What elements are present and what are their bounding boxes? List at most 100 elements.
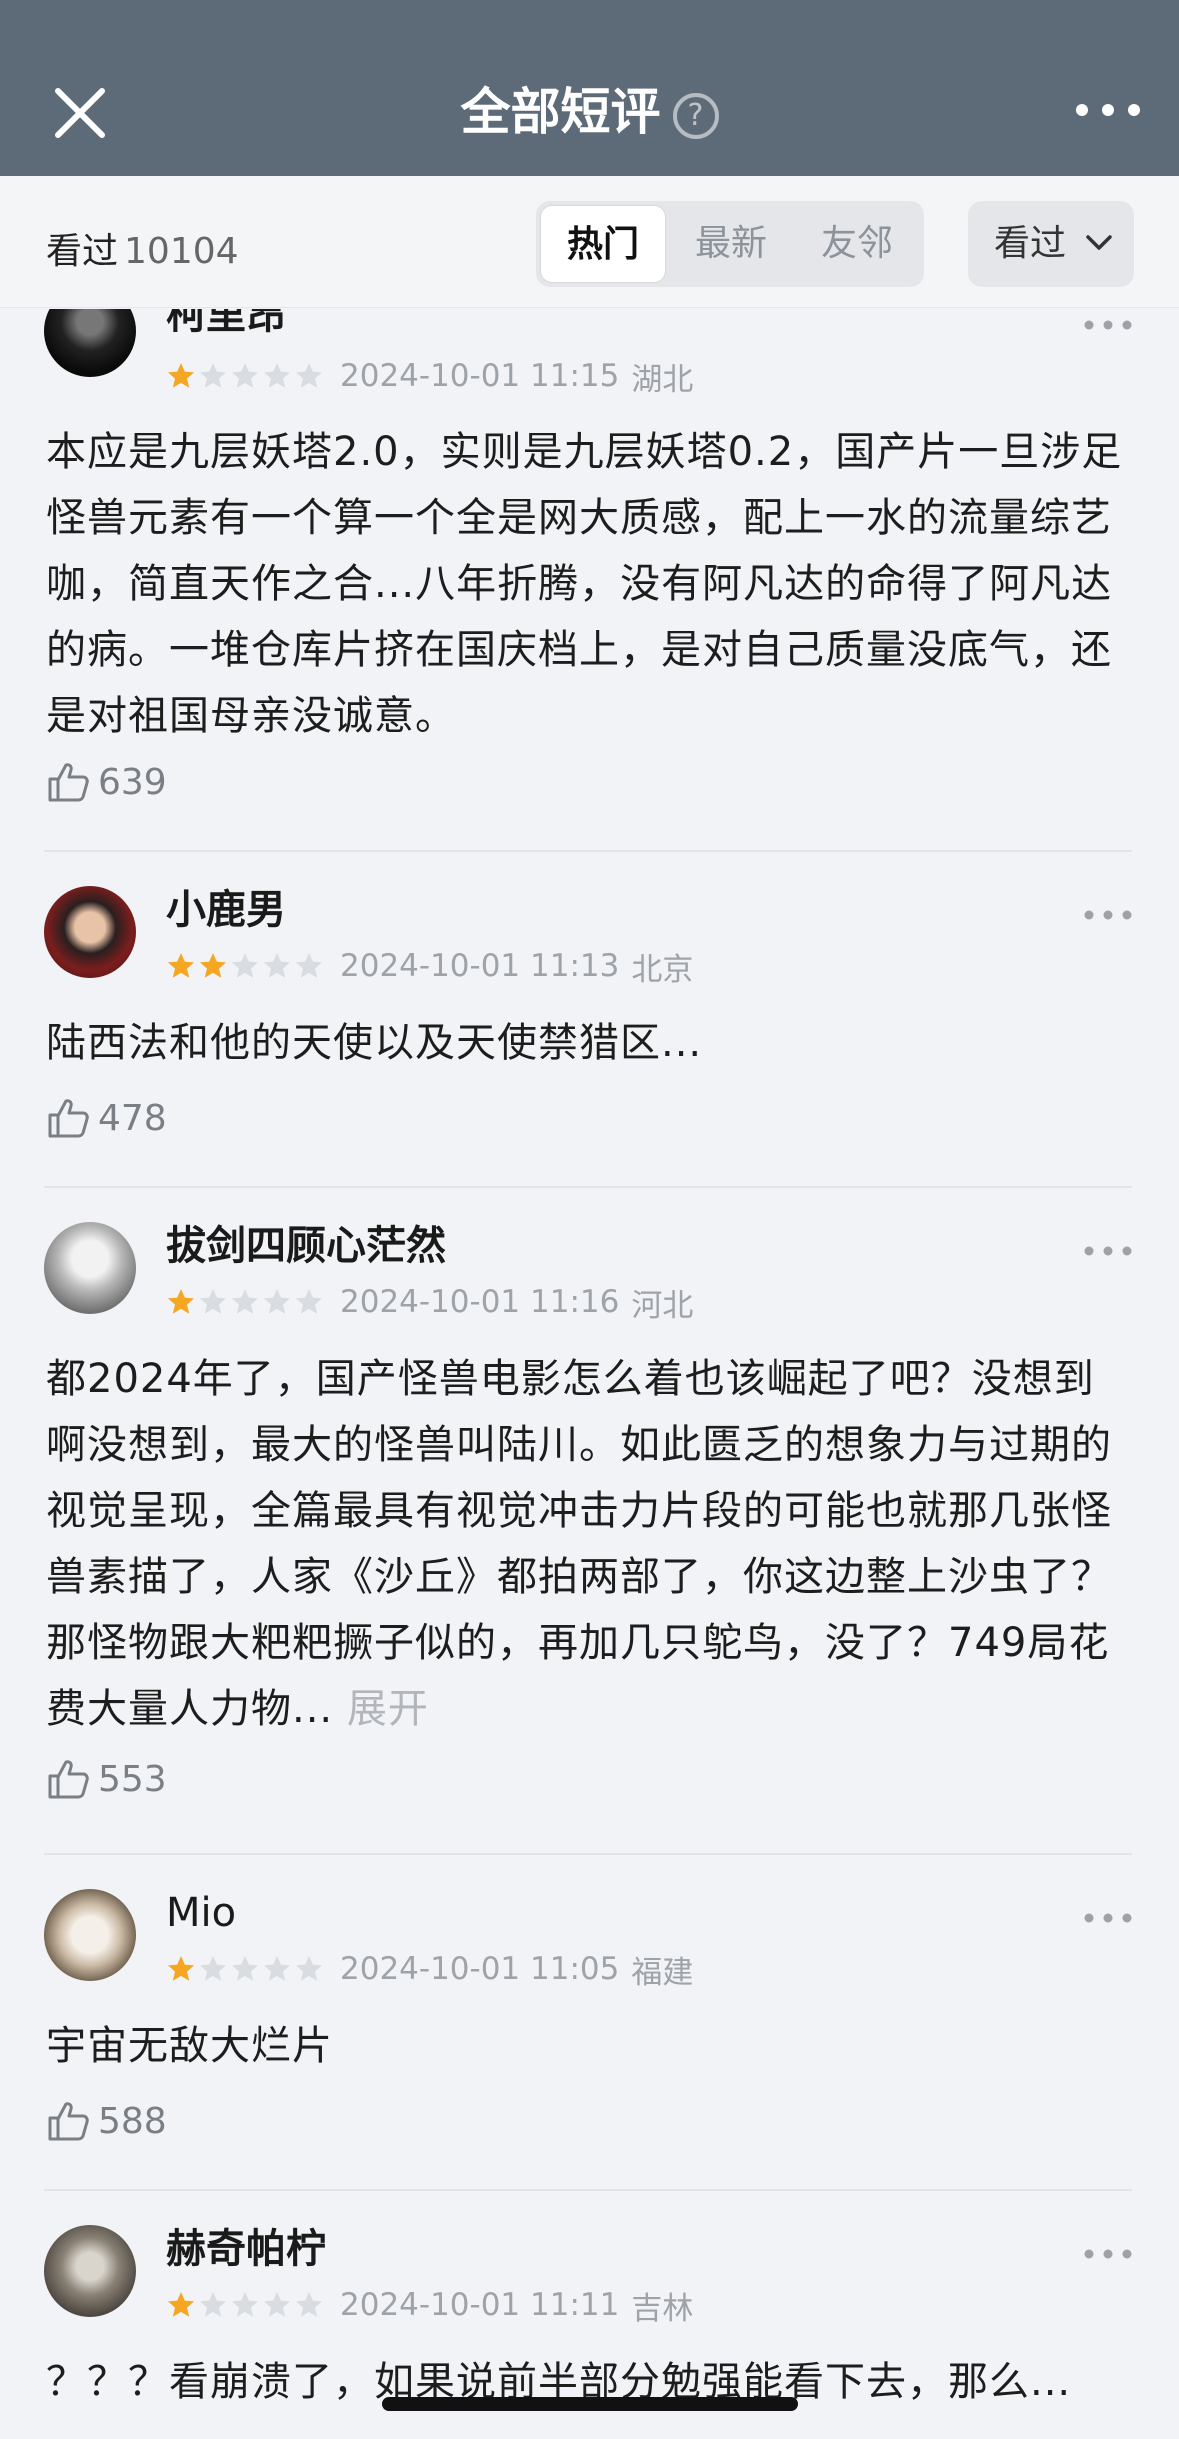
page-title-wrap: 全部短评? — [0, 80, 1179, 144]
star-empty-icon — [264, 953, 290, 978]
like-button[interactable]: 639 — [46, 757, 167, 807]
star-filled-icon — [168, 1289, 194, 1314]
more-options-icon[interactable] — [1083, 1908, 1133, 1928]
like-button[interactable]: 478 — [46, 1093, 167, 1143]
comment-text: 陆西法和他的天使以及天使禁猎区... — [46, 1020, 703, 1066]
like-button[interactable]: 588 — [46, 2096, 167, 2146]
tab-hot[interactable]: 热门 — [540, 205, 666, 283]
seen-count: 10104 — [124, 231, 239, 272]
tab-latest[interactable]: 最新 — [668, 205, 794, 283]
page-title: 全部短评 — [460, 83, 661, 141]
comment-location: 吉林 — [631, 2290, 694, 2327]
star-empty-icon — [296, 363, 322, 388]
star-empty-icon — [200, 2292, 226, 2317]
like-count: 553 — [98, 1758, 167, 1800]
comment-location: 湖北 — [631, 361, 694, 398]
status-dropdown-label: 看过 — [994, 223, 1067, 264]
comment-location: 福建 — [631, 1954, 694, 1991]
star-empty-icon — [296, 1289, 322, 1314]
star-filled-icon — [200, 953, 226, 978]
filter-bar: 看过 10104 热门 最新 友邻 看过 — [0, 176, 1179, 308]
comment-text: 都2024年了，国产怪兽电影怎么着也该崛起了吧？没想到啊没想到，最大的怪兽叫陆川… — [46, 1346, 1132, 1742]
more-icon[interactable] — [1073, 90, 1143, 130]
comment-text-content: 都2024年了，国产怪兽电影怎么着也该崛起了吧？没想到啊没想到，最大的怪兽叫陆川… — [46, 1356, 1112, 1732]
thumbs-up-icon — [48, 1760, 89, 1799]
comment-meta: 2024-10-01 11:13 北京 — [166, 946, 694, 988]
comment-time: 2024-10-01 11:15 — [340, 358, 620, 394]
star-empty-icon — [296, 1956, 322, 1981]
comment-time: 2024-10-01 11:13 — [340, 948, 620, 984]
sort-segment: 热门 最新 友邻 — [536, 201, 924, 287]
more-options-icon[interactable] — [1083, 905, 1133, 925]
help-icon[interactable]: ? — [672, 92, 719, 139]
comment-time: 2024-10-01 11:11 — [340, 2287, 620, 2323]
star-empty-icon — [264, 1289, 290, 1314]
more-options-icon[interactable] — [1083, 2244, 1133, 2264]
rating-stars — [166, 2290, 324, 2320]
star-empty-icon — [296, 953, 322, 978]
more-options-icon[interactable] — [1083, 315, 1133, 335]
avatar[interactable] — [44, 2225, 136, 2317]
expand-link[interactable]: 展开 — [347, 1686, 429, 1732]
star-filled-icon — [168, 363, 194, 388]
comment-text: 本应是九层妖塔2.0，实则是九层妖塔0.2，国产片一旦涉足怪兽元素有一个算一个全… — [46, 429, 1123, 739]
seen-summary: 看过 10104 — [46, 222, 239, 274]
status-dropdown[interactable]: 看过 — [968, 201, 1134, 287]
like-button[interactable]: 553 — [46, 1754, 167, 1804]
star-empty-icon — [264, 2292, 290, 2317]
thumbs-up-icon — [48, 1099, 89, 1138]
comment-time: 2024-10-01 11:05 — [340, 1951, 620, 1987]
star-empty-icon — [200, 363, 226, 388]
tab-friends[interactable]: 友邻 — [794, 205, 920, 283]
star-empty-icon — [264, 1956, 290, 1981]
star-empty-icon — [200, 1956, 226, 1981]
comment-feed: 柯里昂 2024-10-01 11:15 湖北 本应是九层妖塔2.0，实则是九层… — [0, 309, 1179, 2439]
username[interactable]: Mio — [166, 1889, 236, 1937]
username[interactable]: 柯里昂 — [166, 309, 286, 339]
avatar[interactable] — [44, 1222, 136, 1314]
star-empty-icon — [264, 363, 290, 388]
star-filled-icon — [168, 1956, 194, 1981]
star-empty-icon — [232, 363, 258, 388]
comment-time: 2024-10-01 11:16 — [340, 1284, 620, 1320]
comment-meta: 2024-10-01 11:15 湖北 — [166, 356, 694, 398]
like-count: 639 — [98, 761, 167, 803]
divider — [44, 1186, 1132, 1188]
star-empty-icon — [232, 1956, 258, 1981]
star-filled-icon — [168, 953, 194, 978]
more-options-icon[interactable] — [1083, 1241, 1133, 1261]
star-empty-icon — [296, 2292, 322, 2317]
comment-text: 宇宙无敌大烂片 — [46, 2023, 333, 2069]
star-empty-icon — [232, 953, 258, 978]
username[interactable]: 赫奇帕柠 — [166, 2225, 326, 2273]
like-count: 588 — [98, 2100, 167, 2142]
rating-stars — [166, 951, 324, 981]
comment-location: 北京 — [631, 951, 694, 988]
thumbs-up-icon — [48, 2102, 89, 2141]
rating-stars — [166, 1954, 324, 1984]
rating-stars — [166, 361, 324, 391]
thumbs-up-icon — [48, 763, 89, 802]
comment-meta: 2024-10-01 11:16 河北 — [166, 1282, 694, 1324]
home-indicator[interactable] — [382, 2397, 798, 2411]
avatar[interactable] — [44, 1889, 136, 1981]
username[interactable]: 拔剑四顾心茫然 — [166, 1222, 446, 1270]
star-empty-icon — [232, 1289, 258, 1314]
username[interactable]: 小鹿男 — [166, 886, 286, 934]
star-empty-icon — [232, 2292, 258, 2317]
chevron-down-icon — [1086, 235, 1112, 250]
nav-bar: 全部短评? — [0, 0, 1179, 176]
rating-stars — [166, 1287, 324, 1317]
like-count: 478 — [98, 1097, 167, 1139]
divider — [44, 2189, 1132, 2191]
avatar[interactable] — [44, 309, 136, 377]
divider — [44, 850, 1132, 852]
comment-meta: 2024-10-01 11:05 福建 — [166, 1949, 694, 1991]
seen-label: 看过 — [46, 231, 119, 272]
comment-location: 河北 — [631, 1287, 694, 1324]
comment-meta: 2024-10-01 11:11 吉林 — [166, 2285, 694, 2327]
avatar[interactable] — [44, 886, 136, 978]
star-empty-icon — [200, 1289, 226, 1314]
divider — [44, 1853, 1132, 1855]
comment-text: ？？？看崩溃了，如果说前半部分勉强能看下去，那么... — [46, 2359, 1072, 2405]
